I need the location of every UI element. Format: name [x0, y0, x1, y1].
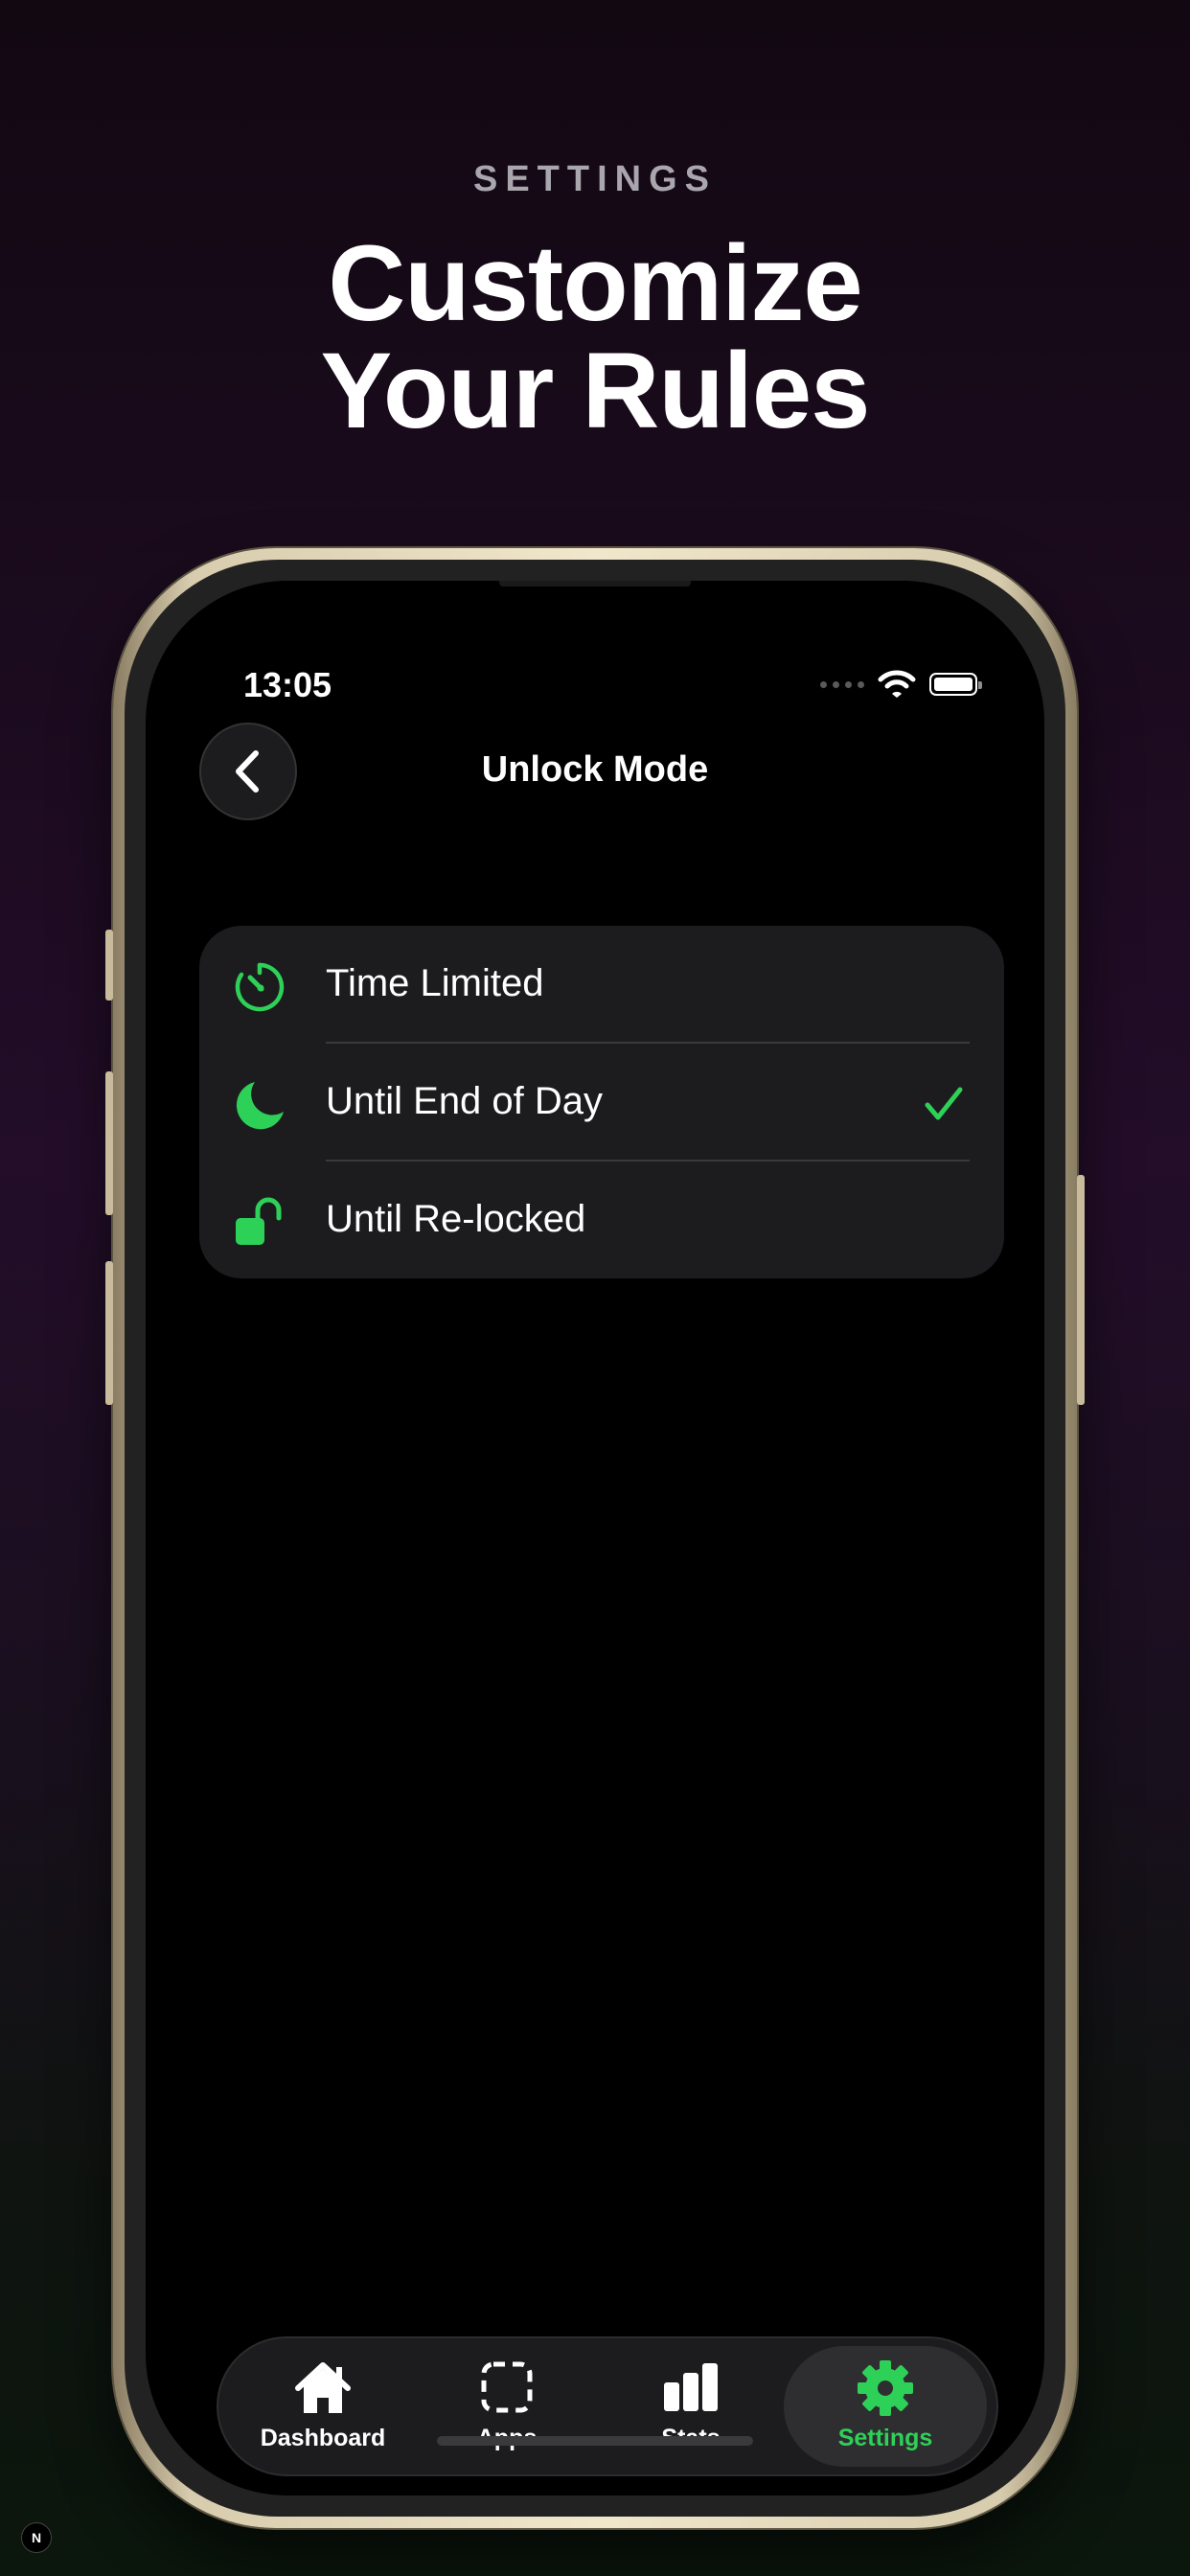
- option-label: Time Limited: [326, 962, 544, 1004]
- phone-screen: 13:05 Unlock Mode Time Limited Until End…: [146, 581, 1044, 2496]
- house-icon: [295, 2362, 351, 2413]
- unlocked-padlock-icon: [236, 1197, 282, 1245]
- dashed-square-icon: [481, 2361, 533, 2413]
- tab-label: Dashboard: [260, 2425, 386, 2451]
- headline-line-1: Customize: [328, 223, 862, 343]
- option-label: Until End of Day: [326, 1080, 604, 1122]
- power-button: [1077, 1175, 1085, 1405]
- unlock-mode-options: Time Limited Until End of Day Until Re-l…: [199, 926, 1004, 1278]
- status-icons: [820, 665, 982, 703]
- phone-frame: 13:05 Unlock Mode Time Limited Until End…: [105, 548, 1085, 2528]
- signal-dots-icon: [820, 680, 864, 688]
- eyebrow-label: SETTINGS: [472, 159, 718, 199]
- status-time: 13:05: [243, 665, 332, 704]
- moon-icon: [236, 1082, 284, 1130]
- earpiece: [499, 581, 691, 586]
- tab-dashboard[interactable]: Dashboard: [232, 2346, 414, 2467]
- volume-down-button: [105, 1261, 113, 1405]
- option-until-re-locked[interactable]: Until Re-locked: [199, 1162, 1004, 1278]
- battery-icon: [929, 673, 982, 696]
- corner-badge: N: [21, 2522, 52, 2553]
- option-label: Until Re-locked: [326, 1198, 586, 1240]
- checkmark-icon: [925, 1087, 963, 1120]
- bar-chart-icon: [664, 2363, 718, 2411]
- wifi-icon: [878, 670, 916, 698]
- headline-line-2: Your Rules: [320, 331, 871, 450]
- nav-title: Unlock Mode: [481, 749, 709, 790]
- timer-icon: [235, 962, 285, 1012]
- option-until-end-of-day[interactable]: Until End of Day: [199, 1044, 1004, 1161]
- action-button: [105, 930, 113, 1000]
- tab-stats[interactable]: Stats: [600, 2346, 782, 2467]
- headline: Customize Your Rules: [0, 230, 1190, 445]
- gear-icon: [858, 2360, 913, 2416]
- option-time-limited[interactable]: Time Limited: [199, 926, 1004, 1043]
- tab-label: Settings: [837, 2425, 933, 2451]
- tab-bar: Dashboard Apps Stats: [217, 2336, 998, 2476]
- tab-settings[interactable]: Settings: [784, 2346, 987, 2467]
- tab-apps[interactable]: Apps: [416, 2346, 598, 2467]
- volume-up-button: [105, 1071, 113, 1215]
- home-indicator[interactable]: [437, 2436, 753, 2446]
